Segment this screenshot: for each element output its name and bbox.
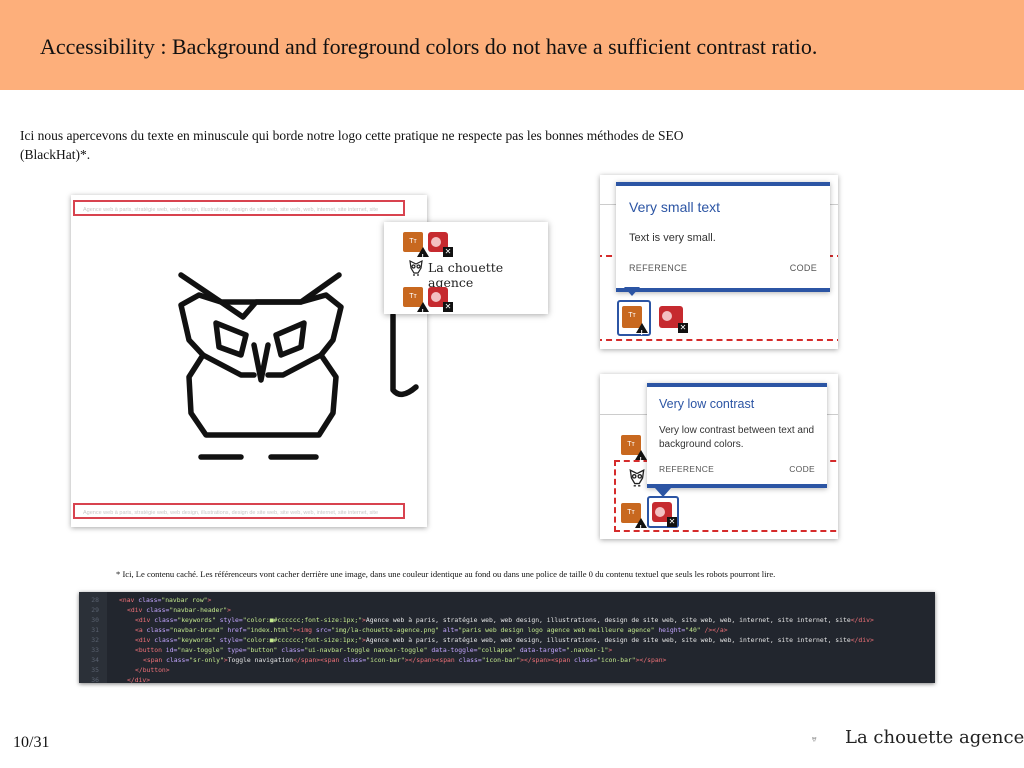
contrast-error-icon[interactable]: ✕	[659, 306, 688, 333]
contrast-error-icon[interactable]: ✕	[428, 287, 453, 312]
popup-brand-name: La chouette agence	[428, 260, 504, 290]
small-text-alert-icon[interactable]: Tт	[403, 287, 429, 323]
tooltip-body: Text is very small.	[629, 232, 716, 244]
footer-owl-icon	[812, 737, 817, 742]
code-line: 34 <span class="sr-only">Toggle navigatio…	[91, 656, 667, 664]
mini-owl-icon	[629, 469, 645, 487]
code-line: 31 <a class="navbar-brand" href="index.ht…	[91, 626, 728, 634]
small-text-alert-icon[interactable]: Tт	[621, 435, 647, 471]
small-text-tooltip: Very small text Text is very small. REFE…	[616, 182, 830, 292]
code-link[interactable]: CODE	[789, 464, 815, 474]
page-number: 10/31	[13, 734, 50, 751]
code-line: 29 <div class="navbar-header">	[91, 606, 231, 614]
small-text-screenshot: Very small text Text is very small. REFE…	[600, 175, 838, 349]
code-link[interactable]: CODE	[790, 263, 817, 273]
hidden-keywords-bottom: Agence web à paris, stratégie web, web d…	[73, 503, 405, 519]
slide-title: Accessibility : Background and foregroun…	[40, 34, 818, 59]
footnote: * Ici, Le contenu caché. Les référenceur…	[116, 569, 776, 579]
owl-logo-icon	[178, 272, 419, 460]
small-text-alert-icon[interactable]: Tт	[621, 503, 647, 539]
owl-logo-screenshot: Agence web à paris, stratégie web, web d…	[71, 195, 427, 527]
reference-link[interactable]: REFERENCE	[659, 464, 714, 474]
tooltip-pointer	[624, 287, 640, 296]
brand-popup: Tт ✕ La chouette agence Tт ✕	[384, 222, 548, 323]
contrast-error-icon[interactable]: ✕	[652, 502, 677, 527]
small-text-alert-icon[interactable]: Tт	[622, 306, 648, 344]
code-line: 30 <div class="keywords" style="color:■#c…	[91, 616, 874, 624]
low-contrast-screenshot: Tт Tт ✕ Very low contrast Very low contr…	[600, 374, 838, 539]
intro-paragraph: Ici nous apercevons du texte en minuscul…	[20, 128, 684, 162]
mini-owl-icon	[409, 259, 423, 276]
tooltip-body: Very low contrast between text and backg…	[659, 425, 815, 450]
code-line: 35 </button>	[91, 666, 170, 674]
reference-link[interactable]: REFERENCE	[629, 263, 687, 273]
code-line: 28 <nav class="navbar row">	[91, 596, 212, 604]
footer-brand-name: La chouette agence	[845, 727, 1024, 748]
contrast-error-icon[interactable]: ✕	[428, 232, 453, 257]
code-line: 36 </div>	[91, 676, 151, 683]
code-line: 33 <button id="nav-toggle" type="button" …	[91, 646, 613, 654]
tooltip-title: Very low contrast	[659, 397, 755, 411]
code-line: 32 <div class="keywords" style="color:■#c…	[91, 636, 874, 644]
small-text-alert-icon[interactable]: Tт	[403, 232, 429, 268]
tooltip-pointer	[655, 488, 671, 497]
code-snippet: 28 <nav class="navbar row"> 29 <div class="…	[79, 592, 935, 683]
low-contrast-tooltip: Very low contrast Very low contrast betw…	[647, 383, 827, 488]
tooltip-title: Very small text	[629, 199, 721, 215]
